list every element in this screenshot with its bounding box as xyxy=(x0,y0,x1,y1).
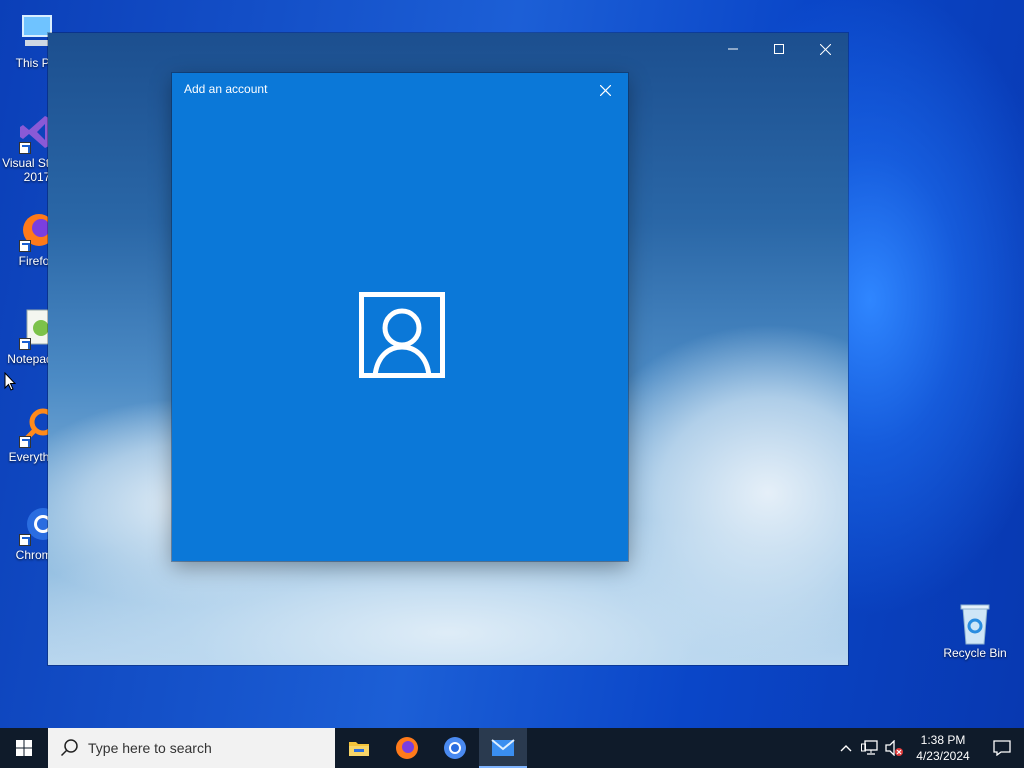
file-explorer-icon xyxy=(349,742,369,756)
close-icon xyxy=(599,84,611,96)
taskbar: Type here to search 1:38 PM 4/23/2024 xyxy=(0,728,1024,768)
dialog-close-button[interactable] xyxy=(590,77,620,103)
search-placeholder: Type here to search xyxy=(88,740,212,756)
volume-button[interactable] xyxy=(882,728,906,768)
action-center-button[interactable] xyxy=(980,728,1024,768)
close-icon xyxy=(819,43,831,55)
dialog-title: Add an account xyxy=(184,82,268,96)
chevron-up-icon xyxy=(840,745,852,752)
notification-icon xyxy=(993,740,1011,756)
system-tray: 1:38 PM 4/23/2024 xyxy=(834,728,1024,768)
network-icon xyxy=(861,740,878,755)
desktop-icon-recycle-bin[interactable]: Recycle Bin xyxy=(938,602,1012,660)
maximize-icon xyxy=(774,44,784,54)
recycle-bin-icon xyxy=(955,602,995,645)
window-controls xyxy=(710,33,848,65)
chrome-icon xyxy=(444,737,466,759)
person-icon xyxy=(359,292,445,378)
taskbar-search-box[interactable]: Type here to search xyxy=(48,728,335,768)
taskbar-mail[interactable] xyxy=(479,728,527,768)
close-window-button[interactable] xyxy=(802,33,848,65)
desktop-icon-label: Recycle Bin xyxy=(943,646,1007,660)
taskbar-clock[interactable]: 1:38 PM 4/23/2024 xyxy=(906,732,980,764)
search-icon xyxy=(60,739,78,757)
volume-muted-icon xyxy=(885,740,903,756)
minimize-button[interactable] xyxy=(710,33,756,65)
mouse-cursor-icon xyxy=(4,371,17,397)
taskbar-firefox[interactable] xyxy=(383,728,431,768)
maximize-button[interactable] xyxy=(756,33,802,65)
windows-logo-icon xyxy=(16,740,32,756)
taskbar-file-explorer[interactable] xyxy=(335,728,383,768)
mail-icon xyxy=(491,739,515,756)
minimize-icon xyxy=(728,48,738,50)
network-button[interactable] xyxy=(858,728,882,768)
clock-date: 4/23/2024 xyxy=(916,749,970,763)
firefox-icon xyxy=(396,737,418,759)
taskbar-chrome[interactable] xyxy=(431,728,479,768)
add-account-dialog: Add an account xyxy=(172,73,628,561)
clock-time: 1:38 PM xyxy=(920,733,966,747)
mail-app-window: Add an account xyxy=(48,33,848,665)
start-button[interactable] xyxy=(0,728,48,768)
show-hidden-icons-button[interactable] xyxy=(834,728,858,768)
